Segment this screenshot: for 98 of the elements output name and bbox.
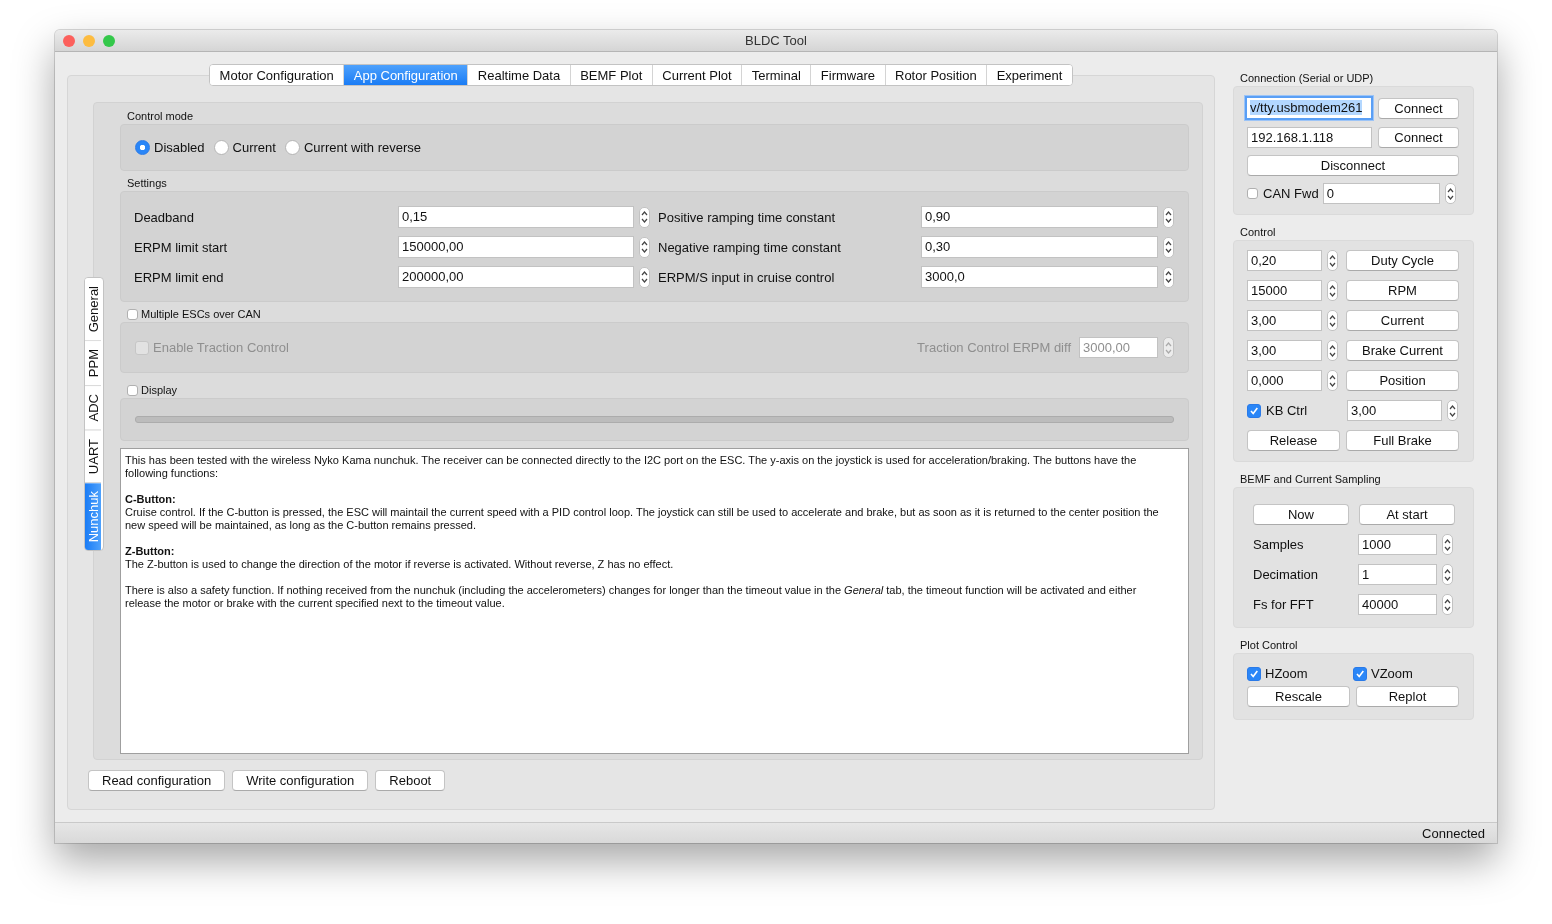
connect-button[interactable]: Connect <box>1378 97 1459 119</box>
stepper-button[interactable] <box>1447 400 1458 421</box>
status-text: Connected <box>1422 825 1485 841</box>
field-label: Fs for FFT <box>1253 597 1315 612</box>
radio-button[interactable] <box>135 140 150 155</box>
checkbox[interactable] <box>127 384 138 396</box>
radio-label[interactable]: Current <box>232 140 276 155</box>
description-heading: C-Button: <box>125 493 177 506</box>
checkbox[interactable] <box>1247 188 1258 199</box>
stepper-button[interactable] <box>1444 183 1456 204</box>
checkbox-label[interactable]: HZoom <box>1265 666 1308 681</box>
control-button[interactable]: Brake Current <box>1346 340 1459 361</box>
description-text: Cruise control. If the C-button is pressed, the ESC will maintail the current speed with a PID control loop. The joystick can still be used to accelerate and brake, but as soon as it is returned to the center position the new speed will be maintained, as long as the C-button remains pressed. <box>125 506 1160 532</box>
plot-button[interactable]: Rescale <box>1247 686 1350 707</box>
control-button[interactable]: Duty Cycle <box>1346 250 1459 271</box>
control-button[interactable]: Position <box>1346 370 1459 391</box>
connect-button[interactable]: Connect <box>1378 127 1459 148</box>
stepper-button[interactable] <box>1163 236 1174 258</box>
field-label: Decimation <box>1253 567 1320 582</box>
radio-label[interactable]: Current with reverse <box>303 140 421 155</box>
stepper-button[interactable] <box>1327 370 1338 391</box>
description-heading: Z-Button: <box>125 545 176 558</box>
stepper-button[interactable] <box>1327 250 1338 271</box>
address-field[interactable]: 192.168.1.118 <box>1247 127 1372 148</box>
slider-track[interactable] <box>135 416 1174 423</box>
field-label: ERPM/S input in cruise control <box>658 269 836 285</box>
radio-button[interactable] <box>213 140 229 155</box>
field-label: Traction Control ERPM diff <box>917 340 1071 355</box>
stepper-button[interactable] <box>1327 310 1338 331</box>
stepper-button[interactable] <box>1163 266 1174 288</box>
stepper-button[interactable] <box>1442 534 1453 555</box>
group-label: Control <box>1239 225 1276 239</box>
side-tab[interactable]: ADC <box>85 386 101 431</box>
sampling-button[interactable]: Now <box>1253 504 1349 525</box>
group-label: BEMF and Current Sampling <box>1239 472 1381 486</box>
stepper-button[interactable] <box>639 206 650 228</box>
number-field[interactable]: 1 <box>1358 564 1437 585</box>
disconnect-button[interactable]: Disconnect <box>1247 155 1459 176</box>
checkbox[interactable] <box>127 308 138 320</box>
port-field[interactable]: v/tty.usbmodem261 <box>1245 96 1373 120</box>
stepper-button[interactable] <box>639 236 650 258</box>
radio-button[interactable] <box>284 140 300 155</box>
sampling-button[interactable]: At start <box>1359 504 1455 525</box>
number-field[interactable]: 0,000 <box>1247 370 1322 391</box>
field-label: ERPM limit start <box>134 239 229 255</box>
number-field[interactable]: 0,20 <box>1247 250 1322 271</box>
field-label: Deadband <box>134 209 195 225</box>
field-label: Negative ramping time constant <box>658 239 842 255</box>
number-field[interactable]: 200000,00 <box>398 266 634 288</box>
group-label: Control mode <box>126 109 194 123</box>
control-button[interactable]: Full Brake <box>1346 430 1459 451</box>
checkbox[interactable] <box>1353 666 1367 681</box>
plot-button[interactable]: Replot <box>1356 686 1459 707</box>
radio-label[interactable]: Disabled <box>154 140 205 155</box>
stepper-button[interactable] <box>1163 206 1174 228</box>
number-field[interactable]: 1000 <box>1358 534 1437 555</box>
footer-button[interactable]: Write configuration <box>232 770 369 791</box>
control-button[interactable]: Current <box>1346 310 1459 331</box>
group-label: Plot Control <box>1239 638 1298 652</box>
number-field[interactable]: 0,30 <box>921 236 1158 258</box>
description-text: This has been tested with the wireless Nyko Kama nunchuk. The receiver can be connected directly to the I2C port on the ESC. The y-axis on the joystick is used for acceleration/braking. The buttons have the following functions: <box>125 454 1138 480</box>
stepper-button[interactable] <box>1327 280 1338 301</box>
stepper-button[interactable] <box>1327 340 1338 361</box>
group-label: Settings <box>126 176 167 190</box>
number-field[interactable]: 0 <box>1322 183 1440 204</box>
checkbox-label[interactable]: VZoom <box>1371 666 1413 681</box>
number-field[interactable]: 0,15 <box>398 206 634 228</box>
number-field[interactable]: 40000 <box>1358 594 1437 615</box>
description-text: The Z-button is used to change the direction of the motor if reverse is activated. Without reverse, Z has no effect. <box>125 558 675 571</box>
stepper-button[interactable] <box>1442 564 1453 585</box>
field-label: Samples <box>1253 537 1305 552</box>
checkbox-label[interactable]: Display <box>141 384 178 396</box>
group-label: Connection (Serial or UDP) <box>1239 71 1374 85</box>
footer-button[interactable]: Reboot <box>375 770 446 791</box>
description-text: There is also a safety function. If nothing received from the nunchuk (including the accelerometers) changes for longer than the timeout value in the General tab, the timeout function will be activated and either release the motor or brake with the current specified next to the timeout value. <box>125 584 1138 610</box>
number-field[interactable]: 0,90 <box>921 206 1158 228</box>
number-field[interactable]: 3,00 <box>1247 310 1322 331</box>
field-label: ERPM limit end <box>134 269 225 285</box>
field-label: Positive ramping time constant <box>658 209 837 225</box>
checkbox[interactable] <box>1247 403 1261 418</box>
number-field[interactable]: 150000,00 <box>398 236 634 258</box>
window-title: BLDC Tool <box>745 33 807 48</box>
control-button[interactable]: RPM <box>1346 280 1459 301</box>
number-field[interactable]: 15000 <box>1247 280 1322 301</box>
checkbox[interactable] <box>1247 666 1261 681</box>
tab[interactable]: Experiment <box>986 65 1072 85</box>
checkbox-label[interactable]: Multiple ESCs over CAN <box>141 308 261 320</box>
number-field[interactable]: 3,00 <box>1247 340 1322 361</box>
stepper-button[interactable] <box>639 266 650 288</box>
checkbox-label[interactable]: KB Ctrl <box>1266 403 1308 418</box>
number-field[interactable]: 3,00 <box>1347 400 1442 421</box>
footer-button[interactable]: Read configuration <box>88 770 226 791</box>
control-button[interactable]: Release <box>1247 430 1340 451</box>
number-field[interactable]: 3000,0 <box>921 266 1158 288</box>
side-tab[interactable]: PPM <box>85 341 101 387</box>
stepper-button[interactable] <box>1442 594 1453 615</box>
side-tab[interactable]: General <box>85 278 101 342</box>
checkbox-label[interactable]: CAN Fwd <box>1263 186 1319 201</box>
